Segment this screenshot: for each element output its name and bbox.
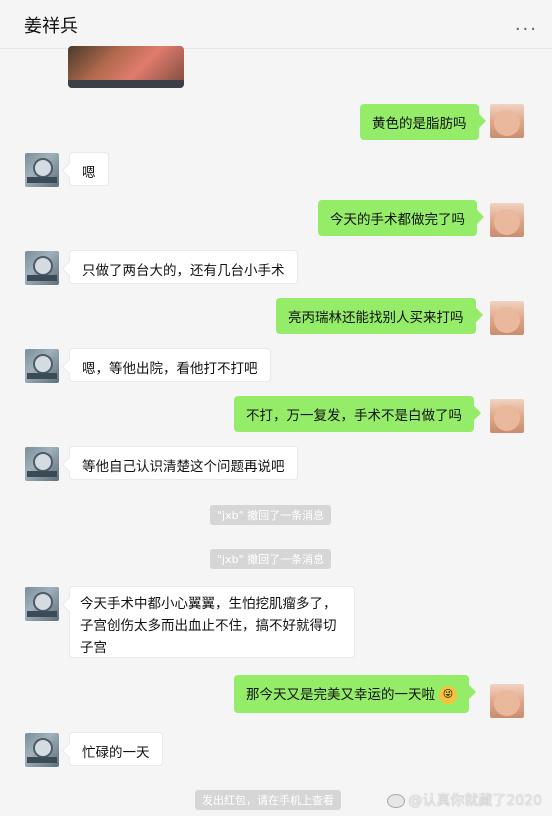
red-packet-notice: 发出红包，请在手机上查看 [195,790,341,810]
message-bubble-other[interactable]: 等他自己认识清楚这个问题再说吧 [69,446,298,480]
contact-avatar[interactable] [25,349,59,383]
message-bubble-other[interactable]: 嗯 [69,152,109,186]
self-avatar[interactable] [490,301,524,335]
self-avatar[interactable] [490,399,524,433]
message-bubble-other[interactable]: 忙碌的一天 [69,732,163,766]
chat-header: 姜祥兵 ... [0,0,552,49]
message-bubble-other[interactable]: 今天手术中都小心翼翼，生怕挖肌瘤多了，子宫创伤太多而出血止不住，搞不好就得切子宫 [69,586,355,658]
message-text: 那今天又是完美又幸运的一天啦 [246,687,435,703]
contact-avatar[interactable] [25,251,59,285]
self-avatar[interactable] [490,104,524,138]
message-bubble-other[interactable]: 嗯，等他出院，看他打不打吧 [69,348,271,382]
winking-tongue-emoji-icon: 😜 [439,686,457,704]
contact-avatar[interactable] [25,587,59,621]
more-options-icon[interactable]: ... [515,14,538,35]
contact-avatar[interactable] [25,153,59,187]
message-bubble-self[interactable]: 不打，万一复发，手术不是白做了吗 [234,396,474,432]
message-bubble-self[interactable]: 黄色的是脂肪吗 [360,104,479,140]
message-bubble-self[interactable]: 今天的手术都做完了吗 [318,200,477,236]
message-bubble-self[interactable]: 那今天又是完美又幸运的一天啦 😜 [234,675,469,713]
message-bubble-self[interactable]: 亮丙瑞林还能找别人买来打吗 [276,298,476,334]
contact-name: 姜祥兵 [24,16,78,37]
system-notice: "jxb" 撤回了一条消息 [210,505,332,525]
system-notice: "jxb" 撤回了一条消息 [210,549,332,569]
contact-avatar[interactable] [25,733,59,767]
self-avatar[interactable] [490,684,524,718]
weibo-icon [387,794,406,808]
watermark: @认真你就藏了2020 [387,790,542,810]
message-bubble-other[interactable]: 只做了两台大的，还有几台小手术 [69,250,298,284]
self-avatar[interactable] [490,203,524,237]
contact-avatar[interactable] [25,447,59,481]
image-message[interactable] [68,46,184,88]
